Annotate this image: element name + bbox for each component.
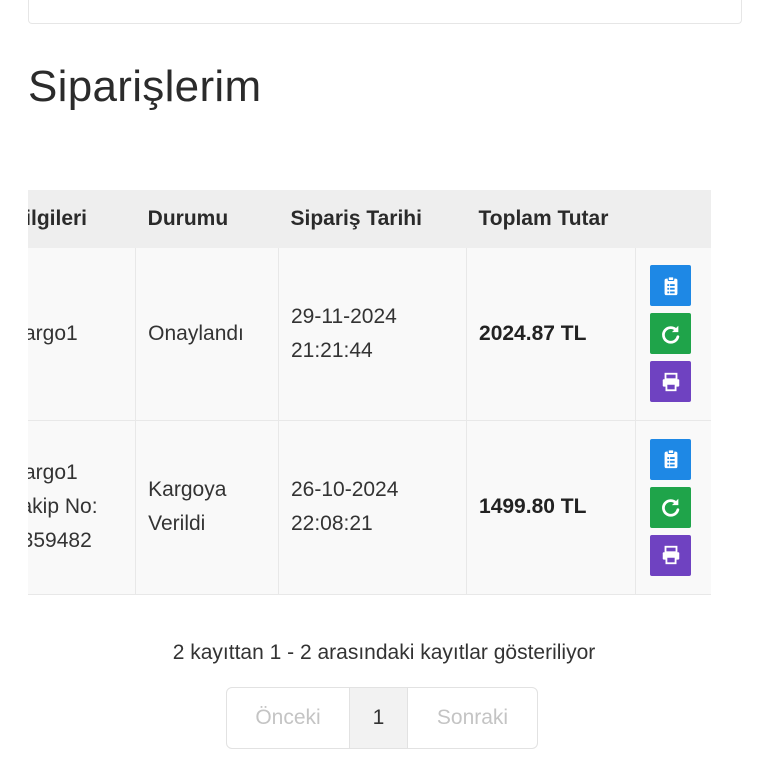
order-date: 29-11-2024 (290, 304, 397, 328)
prev-page-button[interactable]: Önceki (227, 688, 350, 748)
clipboard-list-icon (664, 449, 678, 469)
cargo-name: Kargo1 (28, 321, 78, 345)
table-row: Kargo1 Takip No: 1359482 Kargoya Verildi… (28, 420, 711, 595)
header-total: Toplam Tutar (478, 207, 609, 230)
order-status-line: Kargoya (148, 478, 227, 501)
page-title: Siparişlerim (28, 62, 262, 111)
redo-icon (661, 325, 679, 344)
print-button[interactable] (650, 534, 692, 576)
header-status: Durumu (147, 207, 229, 230)
pagination: Önceki 1 Sonraki (226, 687, 538, 749)
pagination-info: 2 kayıttan 1 - 2 arasındaki kayıtlar gös… (172, 641, 596, 664)
tracking-label: Takip No: (28, 495, 98, 518)
print-icon (662, 372, 679, 391)
order-date-cell: 29-11-2024 21:21:44 (278, 248, 468, 421)
next-page-button[interactable]: Sonraki (408, 688, 537, 748)
reorder-button[interactable] (650, 486, 692, 528)
orders-table-container: Bilgileri Durumu Sipariş Tarihi Toplam T… (28, 190, 741, 596)
order-status-line: Verildi (148, 512, 206, 535)
header-info: Bilgileri (28, 207, 88, 230)
order-actions (635, 248, 711, 421)
cargo-name: Kargo1 (28, 461, 78, 484)
table-row: Kargo1 Onaylandı 29-11-2024 21:21:44 202… (28, 248, 711, 421)
print-button[interactable] (650, 361, 692, 403)
order-time: 22:08:21 (290, 512, 373, 535)
order-info-cell: Kargo1 Takip No: 1359482 (28, 420, 137, 595)
order-time: 21:21:44 (290, 338, 373, 362)
order-info-cell: Kargo1 (28, 248, 137, 421)
header-actions (636, 190, 711, 248)
clipboard-list-icon (664, 276, 678, 295)
order-total: 1499.80 TL (466, 420, 637, 595)
order-date: 26-10-2024 (290, 478, 399, 501)
orders-table: Bilgileri Durumu Sipariş Tarihi Toplam T… (28, 190, 711, 595)
reorder-button[interactable] (650, 313, 692, 355)
tracking-number: 1359482 (28, 529, 92, 552)
table-header-row: Bilgileri Durumu Sipariş Tarihi Toplam T… (28, 190, 711, 248)
order-total: 2024.87 TL (466, 248, 637, 421)
order-date-cell: 26-10-2024 22:08:21 (278, 420, 468, 595)
order-details-button[interactable] (650, 265, 692, 307)
order-actions (635, 420, 711, 595)
order-status: Onaylandı (135, 248, 279, 421)
top-card (28, 0, 742, 24)
order-details-button[interactable] (650, 438, 692, 480)
print-icon (662, 545, 679, 565)
order-status-cell: Kargoya Verildi (135, 420, 279, 595)
redo-icon (661, 498, 679, 517)
header-order-date: Sipariş Tarihi (290, 207, 422, 230)
page-number-button[interactable]: 1 (350, 688, 408, 748)
